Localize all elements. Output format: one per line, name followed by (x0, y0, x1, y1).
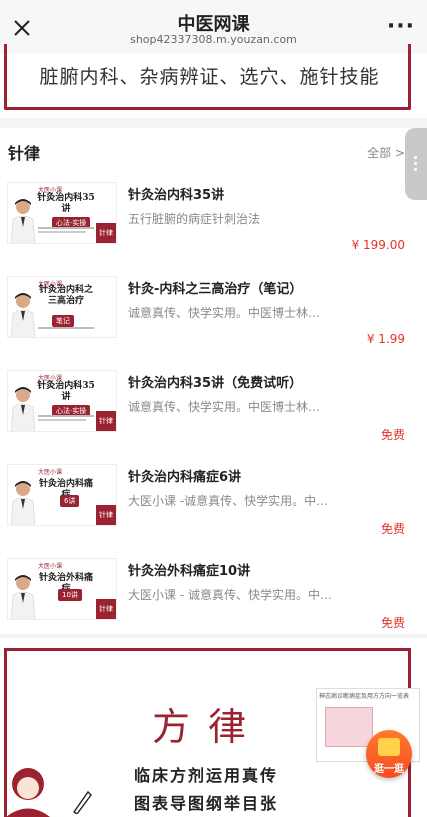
product-item[interactable]: 大医小课 针灸治内科之三高治疗 笔记 针灸-内科之三高治疗（笔记） 诚意真传、快… (0, 276, 427, 370)
product-price: 免费 (380, 522, 405, 536)
thumb-text-line (38, 231, 86, 233)
doctor-image-icon (10, 293, 36, 337)
product-name[interactable]: 针灸治内科35讲（免费试听） (128, 372, 418, 391)
side-drawer-handle[interactable] (405, 128, 427, 200)
thumb-tag: 6讲 (60, 495, 80, 507)
thumb-tag: 10讲 (58, 589, 82, 601)
browse-fab-button[interactable]: 逛一逛 (366, 730, 412, 778)
girl-illustration-icon (6, 768, 50, 817)
bottom-banner[interactable]: 方律 临床方剂运用真传 图表导图纲举目张 神志病诊断病症及用方方向一览表 (0, 638, 427, 817)
handle-dot (414, 162, 417, 165)
product-price: 免费 (380, 428, 405, 442)
product-name[interactable]: 针灸治外科痛症10讲 (128, 560, 418, 579)
top-banner[interactable]: 脏腑内科、杂病辨证、选穴、施针技能 (0, 44, 427, 118)
banner-line-1: 临床方剂运用真传 (134, 766, 279, 785)
thumb-corner-badge: 针律 (96, 223, 116, 243)
banner-line-2: 图表导图纲举目张 (134, 794, 279, 813)
thumb-logo: 大医小课 (38, 563, 63, 570)
fab-label: 逛一逛 (374, 764, 404, 775)
product-price: ¥ 199.00 (351, 238, 405, 252)
thumb-text-line (38, 415, 94, 417)
handle-dot (414, 168, 417, 171)
shopping-bag-icon (378, 738, 400, 756)
product-thumbnail[interactable]: 大医小课 针灸治内科35讲 心法·实操 针律 (7, 370, 117, 432)
product-desc: 诚意真传、快学实用。中医博士林大栋... (128, 306, 332, 320)
product-desc: 大医小课 -诚意真传、快学实用。中医... (128, 494, 332, 508)
banner-big-title: 方律 (152, 705, 265, 749)
product-thumbnail[interactable]: 大医小课 针灸治内科35讲 心法·实操 针律 (7, 182, 117, 244)
thumb-title: 针灸治内科35讲 (37, 381, 95, 402)
thumb-corner-badge: 针律 (96, 505, 116, 525)
product-section: 针律 全部 > 大医小课 针灸治内科35讲 心法·实操 针律 针灸治内科35讲 … (0, 128, 427, 634)
thumb-corner-badge: 针律 (96, 411, 116, 431)
product-item[interactable]: 大医小课 针灸治内科35讲 心法·实操 针律 针灸治内科35讲（免费试听） 诚意… (0, 370, 427, 464)
thumb-title: 针灸治内科35讲 (37, 193, 95, 214)
product-price: 免费 (380, 616, 405, 630)
product-name[interactable]: 针灸-内科之三高治疗（笔记） (128, 278, 418, 297)
thumb-title: 针灸治内科之三高治疗 (38, 285, 93, 306)
product-desc: 五行脏腑的病症针刺治法 (128, 212, 261, 226)
product-desc: 大医小课 - 诚意真传、快学实用。中医... (128, 588, 332, 602)
section-title: 针律 (8, 144, 41, 163)
view-all-link[interactable]: 全部 > (367, 144, 405, 161)
product-thumbnail[interactable]: 大医小课 针灸治内科之三高治疗 笔记 (7, 276, 117, 338)
doctor-image-icon (10, 575, 36, 619)
doctor-image-icon (10, 199, 36, 243)
product-name[interactable]: 针灸治内科35讲 (128, 184, 418, 203)
preview-card-title: 神志病诊断病症及用方方向一览表 (319, 693, 410, 700)
product-price: ¥ 1.99 (366, 332, 405, 346)
thumb-text-line (38, 227, 94, 229)
product-name[interactable]: 针灸治内科痛症6讲 (128, 466, 418, 485)
product-item[interactable]: 大医小课 针灸治内科35讲 心法·实操 针律 针灸治内科35讲 五行脏腑的病症针… (0, 182, 427, 276)
product-thumbnail[interactable]: 大医小课 针灸治外科痛症 10讲 针律 (7, 558, 117, 620)
thumb-tag: 笔记 (52, 315, 74, 327)
handle-dot (414, 156, 417, 159)
preview-card-chart (325, 707, 373, 747)
thumb-text-line (38, 419, 86, 421)
thumb-logo: 大医小课 (38, 469, 63, 476)
product-thumbnail[interactable]: 大医小课 针灸治内科痛症 6讲 针律 (7, 464, 117, 526)
pen-icon (73, 790, 92, 814)
thumb-text-line (38, 327, 94, 329)
doctor-image-icon (10, 481, 36, 525)
more-icon[interactable]: ··· (387, 14, 415, 39)
product-item[interactable]: 大医小课 针灸治内科痛症 6讲 针律 针灸治内科痛症6讲 大医小课 -诚意真传、… (0, 464, 427, 558)
product-desc: 诚意真传、快学实用。中医博士林大栋... (128, 400, 332, 414)
top-banner-text: 脏腑内科、杂病辨证、选穴、施针技能 (39, 66, 380, 88)
doctor-image-icon (10, 387, 36, 431)
thumb-corner-badge: 针律 (96, 599, 116, 619)
